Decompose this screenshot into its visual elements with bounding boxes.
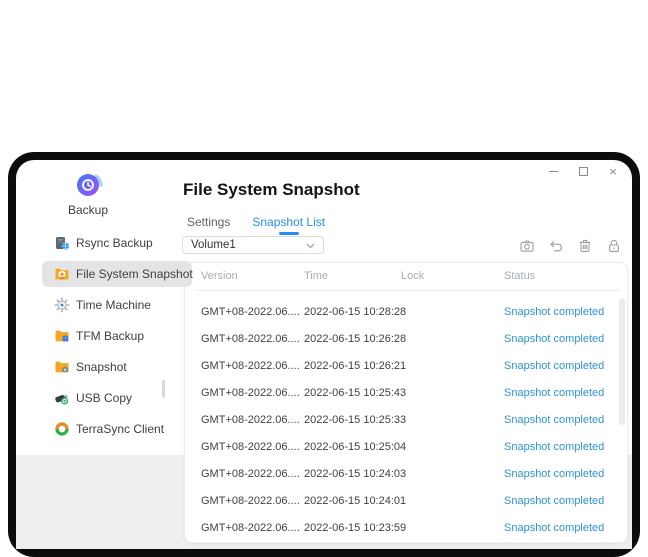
status-link[interactable]: Snapshot completed [504, 434, 604, 461]
cell-time: 2022-06-15 10:23:59 [304, 515, 406, 542]
table-scrollbar[interactable] [619, 298, 625, 425]
sidebar-item-label: TFM Backup [76, 329, 144, 343]
sidebar-item-terrasync-client[interactable]: TerraSync Client [42, 416, 192, 442]
tab-settings[interactable]: Settings [187, 215, 230, 235]
status-link[interactable]: Snapshot completed [504, 353, 604, 380]
cell-time: 2022-06-15 10:24:03 [304, 461, 406, 488]
maximize-icon[interactable] [576, 164, 590, 178]
cell-version: GMT+08-2022.06.... [201, 326, 300, 353]
table-body: GMT+08-2022.06.... 2022-06-15 10:28:28 S… [185, 299, 627, 542]
time-machine-icon [54, 297, 70, 313]
tab-label: Settings [187, 215, 230, 229]
cell-time: 2022-06-15 10:25:04 [304, 434, 406, 461]
table-row[interactable]: GMT+08-2022.06.... 2022-06-15 10:23:59 S… [185, 515, 627, 542]
usb-drive-icon [54, 390, 70, 406]
app-window: × Backup Rsync Backup File System Snapsh… [16, 160, 632, 549]
folder-cube-icon [54, 328, 70, 344]
column-header-lock: Lock [401, 263, 424, 290]
cell-time: 2022-06-15 10:26:28 [304, 326, 406, 353]
tab-snapshot-list[interactable]: Snapshot List [252, 215, 325, 235]
cell-time: 2022-06-15 10:28:28 [304, 299, 406, 326]
status-link[interactable]: Snapshot completed [504, 461, 604, 488]
sidebar-item-label: Snapshot [76, 360, 127, 374]
sidebar-item-file-system-snapshot[interactable]: File System Snapshot [42, 261, 192, 287]
table-row[interactable]: GMT+08-2022.06.... 2022-06-15 10:24:01 S… [185, 488, 627, 515]
close-icon[interactable]: × [606, 164, 620, 178]
table-row[interactable]: GMT+08-2022.06.... 2022-06-15 10:25:04 S… [185, 434, 627, 461]
cell-time: 2022-06-15 10:26:21 [304, 353, 406, 380]
table-row[interactable]: GMT+08-2022.06.... 2022-06-15 10:24:03 S… [185, 461, 627, 488]
lock-icon[interactable] [606, 238, 622, 254]
header-divider [196, 290, 619, 291]
sync-ring-icon [54, 421, 70, 437]
trash-icon[interactable] [577, 238, 593, 254]
sidebar-items: Rsync Backup File System Snapshot Time M… [42, 230, 192, 447]
server-globe-icon [54, 235, 70, 251]
chevron-down-icon [306, 236, 315, 254]
folder-camera-gray-icon [54, 359, 70, 375]
app-name: Backup [38, 203, 138, 217]
sidebar-item-rsync-backup[interactable]: Rsync Backup [42, 230, 192, 256]
column-header-status: Status [504, 263, 535, 290]
table-row[interactable]: GMT+08-2022.06.... 2022-06-15 10:28:28 S… [185, 299, 627, 326]
snapshot-table-card: Version Time Lock Status GMT+08-2022.06.… [184, 262, 628, 543]
sidebar-item-label: Time Machine [76, 298, 151, 312]
backup-clock-icon [75, 171, 103, 199]
window-controls: × [546, 164, 620, 178]
undo-icon[interactable] [548, 238, 564, 254]
tab-label: Snapshot List [252, 215, 325, 229]
cell-version: GMT+08-2022.06.... [201, 353, 300, 380]
column-header-version: Version [201, 263, 238, 290]
cell-version: GMT+08-2022.06.... [201, 488, 300, 515]
sidebar-item-tfm-backup[interactable]: TFM Backup [42, 323, 192, 349]
snapshot-toolbar [519, 238, 622, 254]
table-row[interactable]: GMT+08-2022.06.... 2022-06-15 10:26:28 S… [185, 326, 627, 353]
sidebar-item-label: File System Snapshot [76, 267, 193, 281]
sidebar-item-usb-copy[interactable]: USB Copy [42, 385, 192, 411]
table-header: Version Time Lock Status [185, 263, 627, 290]
sidebar-item-label: Rsync Backup [76, 236, 153, 250]
sidebar-item-label: TerraSync Client [76, 422, 164, 436]
volume-select-value: Volume1 [191, 239, 236, 251]
cell-version: GMT+08-2022.06.... [201, 380, 300, 407]
cell-version: GMT+08-2022.06.... [201, 515, 300, 542]
sidebar-scrollbar[interactable] [162, 380, 165, 398]
cell-time: 2022-06-15 10:25:33 [304, 407, 406, 434]
page-title: File System Snapshot [183, 180, 360, 200]
folder-camera-icon [54, 266, 70, 282]
cell-version: GMT+08-2022.06.... [201, 434, 300, 461]
cell-time: 2022-06-15 10:24:01 [304, 488, 406, 515]
status-link[interactable]: Snapshot completed [504, 299, 604, 326]
cell-version: GMT+08-2022.06.... [201, 299, 300, 326]
cell-version: GMT+08-2022.06.... [201, 407, 300, 434]
status-link[interactable]: Snapshot completed [504, 380, 604, 407]
table-row[interactable]: GMT+08-2022.06.... 2022-06-15 10:26:21 S… [185, 353, 627, 380]
minimize-icon[interactable] [546, 164, 560, 178]
status-link[interactable]: Snapshot completed [504, 326, 604, 353]
status-link[interactable]: Snapshot completed [504, 407, 604, 434]
table-row[interactable]: GMT+08-2022.06.... 2022-06-15 10:25:43 S… [185, 380, 627, 407]
status-link[interactable]: Snapshot completed [504, 515, 604, 542]
table-row[interactable]: GMT+08-2022.06.... 2022-06-15 10:25:33 S… [185, 407, 627, 434]
cell-version: GMT+08-2022.06.... [201, 461, 300, 488]
volume-select[interactable]: Volume1 [182, 236, 324, 254]
device-frame: × Backup Rsync Backup File System Snapsh… [8, 152, 640, 557]
active-tab-underline [279, 232, 299, 235]
sidebar-item-snapshot[interactable]: Snapshot [42, 354, 192, 380]
tab-bar: Settings Snapshot List [187, 215, 325, 235]
sidebar-item-time-machine[interactable]: Time Machine [42, 292, 192, 318]
sidebar-item-label: USB Copy [76, 391, 132, 405]
status-link[interactable]: Snapshot completed [504, 488, 604, 515]
cell-time: 2022-06-15 10:25:43 [304, 380, 406, 407]
camera-icon[interactable] [519, 238, 535, 254]
column-header-time: Time [304, 263, 328, 290]
